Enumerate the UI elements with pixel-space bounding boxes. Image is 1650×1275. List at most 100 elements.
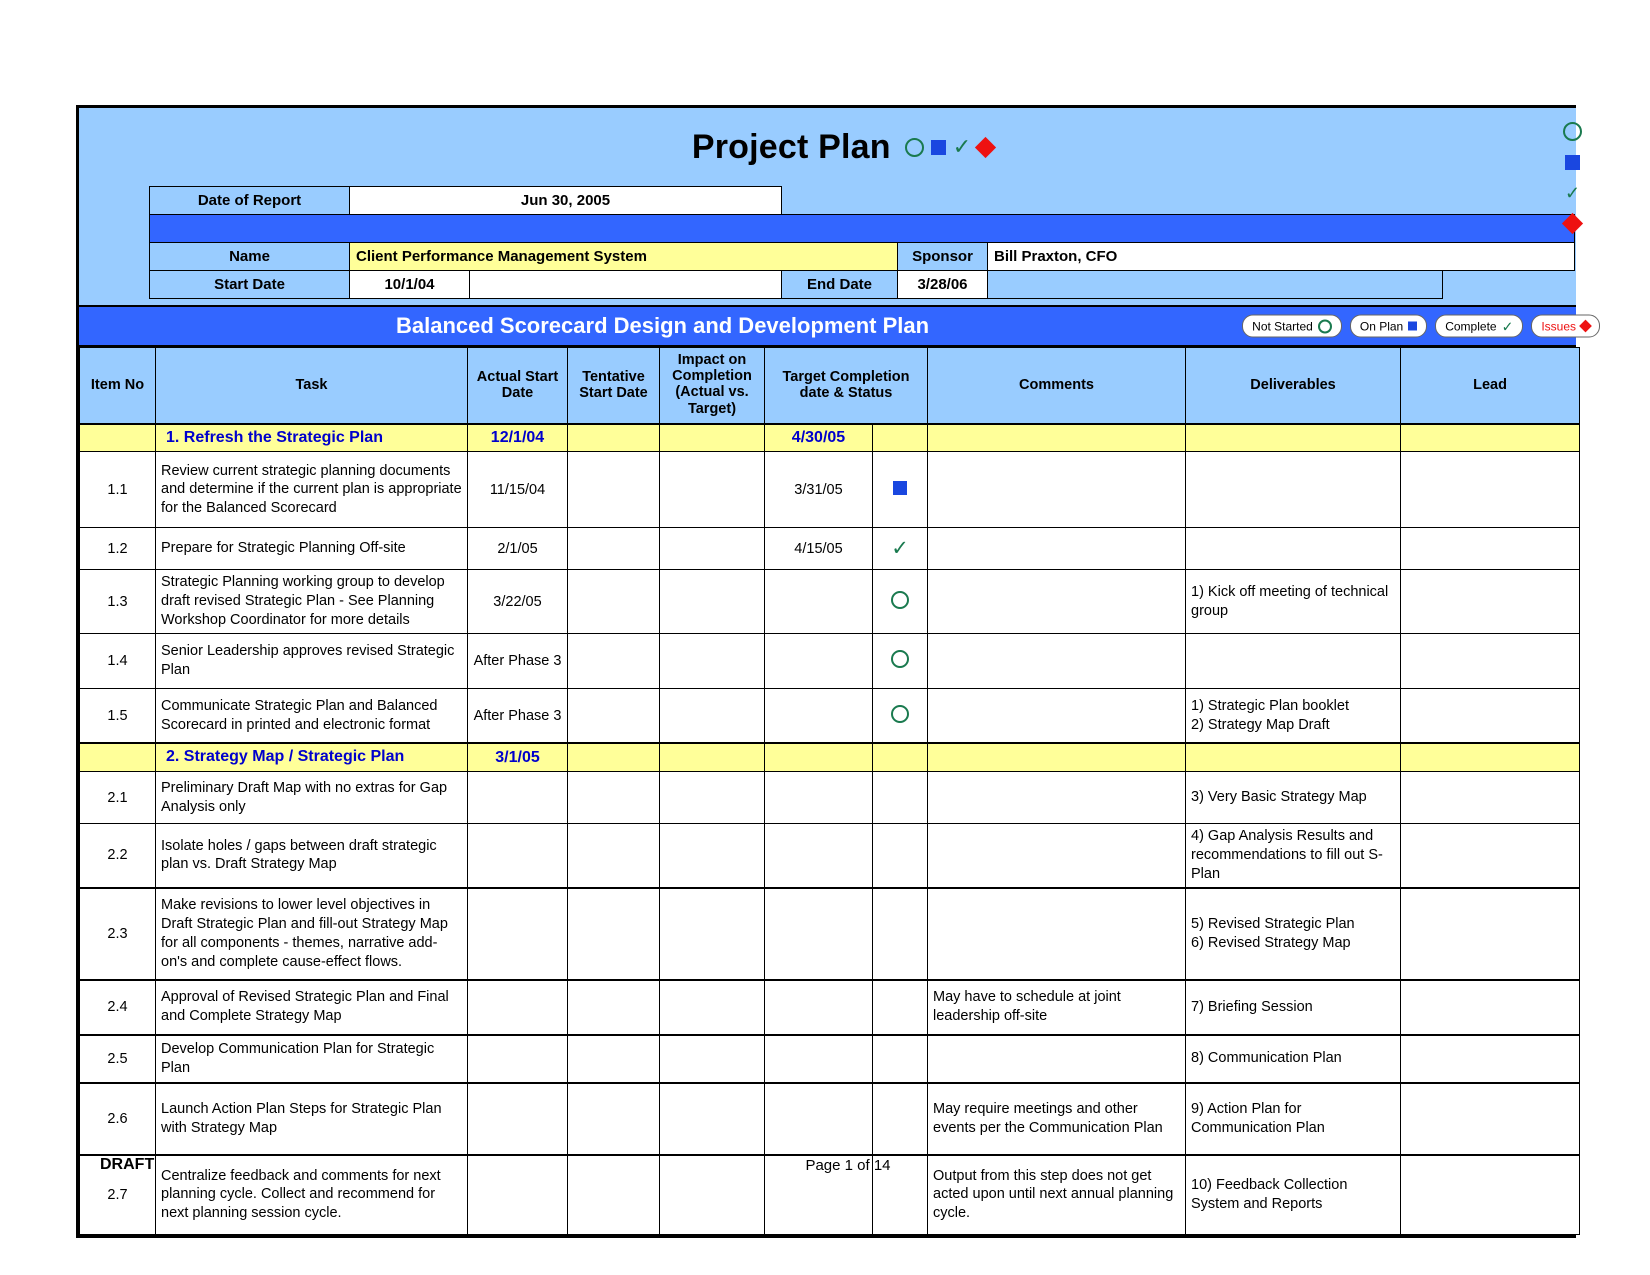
cell-deliverables[interactable] <box>1185 451 1402 529</box>
cell-tentative-start[interactable] <box>567 687 660 744</box>
cell-deliverables[interactable]: 7) Briefing Session <box>1185 978 1402 1036</box>
cell-lead[interactable] <box>1400 886 1581 981</box>
cell-lead[interactable] <box>1400 422 1581 453</box>
cell-deliverables[interactable] <box>1185 632 1402 689</box>
cell-impact[interactable] <box>659 632 765 689</box>
cell-target-date[interactable]: 4/30/05 <box>764 422 873 453</box>
cell-tentative-start[interactable] <box>567 1033 660 1084</box>
cell-target-date[interactable] <box>764 978 873 1036</box>
cell-target-date[interactable] <box>764 771 873 825</box>
cell-status-icon[interactable] <box>871 632 929 689</box>
cell-deliverables[interactable]: 3) Very Basic Strategy Map <box>1185 771 1402 825</box>
cell-target-date[interactable] <box>764 823 873 889</box>
cell-lead[interactable] <box>1400 771 1581 825</box>
cell-actual-start[interactable]: 11/15/04 <box>467 451 568 529</box>
cell-target-date[interactable]: 4/15/05 <box>764 527 873 571</box>
cell-actual-start[interactable] <box>467 1081 568 1156</box>
cell-target-date[interactable] <box>764 687 873 744</box>
cell-impact[interactable] <box>659 742 765 773</box>
cell-actual-start[interactable] <box>467 886 568 981</box>
cell-status-icon[interactable] <box>871 823 929 889</box>
cell-comments[interactable] <box>927 886 1187 981</box>
cell-lead[interactable] <box>1400 1033 1581 1084</box>
legend-pill-issues[interactable]: Issues <box>1531 314 1600 338</box>
cell-deliverables[interactable]: 1) Kick off meeting of technical group <box>1185 569 1402 634</box>
cell-target-date[interactable] <box>764 1081 873 1156</box>
cell-status-icon[interactable] <box>871 886 929 981</box>
cell-impact[interactable] <box>659 978 765 1036</box>
cell-status-icon[interactable] <box>871 422 929 453</box>
cell-lead[interactable] <box>1400 632 1581 689</box>
cell-tentative-start[interactable] <box>567 632 660 689</box>
cell-deliverables[interactable]: 1) Strategic Plan booklet 2) Strategy Map… <box>1185 687 1402 744</box>
cell-actual-start[interactable]: 3/1/05 <box>467 742 568 773</box>
cell-comments[interactable] <box>927 771 1187 825</box>
cell-status-icon[interactable] <box>871 1081 929 1156</box>
cell-impact[interactable] <box>659 771 765 825</box>
cell-actual-start[interactable]: 2/1/05 <box>467 527 568 571</box>
cell-actual-start[interactable]: 3/22/05 <box>467 569 568 634</box>
legend-pill-complete[interactable]: Complete ✓ <box>1435 314 1524 338</box>
cell-status-icon[interactable] <box>871 978 929 1036</box>
legend-pill-on-plan[interactable]: On Plan <box>1349 314 1428 338</box>
cell-status-icon[interactable] <box>871 569 929 634</box>
cell-impact[interactable] <box>659 687 765 744</box>
legend-pill-not-started[interactable]: Not Started <box>1242 314 1342 338</box>
cell-target-date[interactable] <box>764 632 873 689</box>
cell-impact[interactable] <box>659 422 765 453</box>
cell-tentative-start[interactable] <box>567 569 660 634</box>
cell-deliverables[interactable]: 5) Revised Strategic Plan 6) Revised Stra… <box>1185 886 1402 981</box>
cell-actual-start[interactable]: After Phase 3 <box>467 687 568 744</box>
cell-impact[interactable] <box>659 1081 765 1156</box>
end-date-value[interactable]: 3/28/06 <box>897 270 988 299</box>
cell-target-date[interactable] <box>764 742 873 773</box>
cell-impact[interactable] <box>659 451 765 529</box>
cell-lead[interactable] <box>1400 569 1581 634</box>
cell-comments[interactable] <box>927 823 1187 889</box>
cell-actual-start[interactable] <box>467 978 568 1036</box>
cell-deliverables[interactable]: 9) Action Plan for Communication Plan <box>1185 1081 1402 1156</box>
cell-comments[interactable] <box>927 1033 1187 1084</box>
cell-comments[interactable] <box>927 451 1187 529</box>
cell-impact[interactable] <box>659 1033 765 1084</box>
cell-deliverables[interactable] <box>1185 422 1402 453</box>
cell-status-icon[interactable] <box>871 451 929 529</box>
cell-status-icon[interactable]: ✓ <box>871 527 929 571</box>
name-value[interactable]: Client Performance Management System <box>349 242 898 271</box>
cell-deliverables[interactable] <box>1185 527 1402 571</box>
cell-comments[interactable] <box>927 422 1187 453</box>
cell-deliverables[interactable]: 8) Communication Plan <box>1185 1033 1402 1084</box>
cell-tentative-start[interactable] <box>567 742 660 773</box>
start-date-value[interactable]: 10/1/04 <box>349 270 470 299</box>
cell-status-icon[interactable] <box>871 771 929 825</box>
cell-lead[interactable] <box>1400 687 1581 744</box>
cell-lead[interactable] <box>1400 978 1581 1036</box>
cell-lead[interactable] <box>1400 1081 1581 1156</box>
cell-impact[interactable] <box>659 823 765 889</box>
cell-actual-start[interactable]: 12/1/04 <box>467 422 568 453</box>
cell-tentative-start[interactable] <box>567 771 660 825</box>
cell-comments[interactable] <box>927 632 1187 689</box>
cell-status-icon[interactable] <box>871 742 929 773</box>
cell-target-date[interactable] <box>764 1033 873 1084</box>
cell-comments[interactable] <box>927 687 1187 744</box>
cell-deliverables[interactable]: 4) Gap Analysis Results and recommendati… <box>1185 823 1402 889</box>
cell-impact[interactable] <box>659 569 765 634</box>
cell-actual-start[interactable]: After Phase 3 <box>467 632 568 689</box>
cell-lead[interactable] <box>1400 823 1581 889</box>
cell-tentative-start[interactable] <box>567 1081 660 1156</box>
cell-impact[interactable] <box>659 527 765 571</box>
sponsor-value[interactable]: Bill Praxton, CFO <box>987 242 1575 271</box>
cell-comments[interactable]: May have to schedule at joint leadership… <box>927 978 1187 1036</box>
cell-comments[interactable] <box>927 569 1187 634</box>
cell-actual-start[interactable] <box>467 1033 568 1084</box>
cell-tentative-start[interactable] <box>567 886 660 981</box>
cell-lead[interactable] <box>1400 527 1581 571</box>
cell-target-date[interactable] <box>764 569 873 634</box>
cell-actual-start[interactable] <box>467 771 568 825</box>
cell-status-icon[interactable] <box>871 687 929 744</box>
cell-tentative-start[interactable] <box>567 451 660 529</box>
cell-tentative-start[interactable] <box>567 527 660 571</box>
cell-comments[interactable] <box>927 527 1187 571</box>
cell-tentative-start[interactable] <box>567 823 660 889</box>
